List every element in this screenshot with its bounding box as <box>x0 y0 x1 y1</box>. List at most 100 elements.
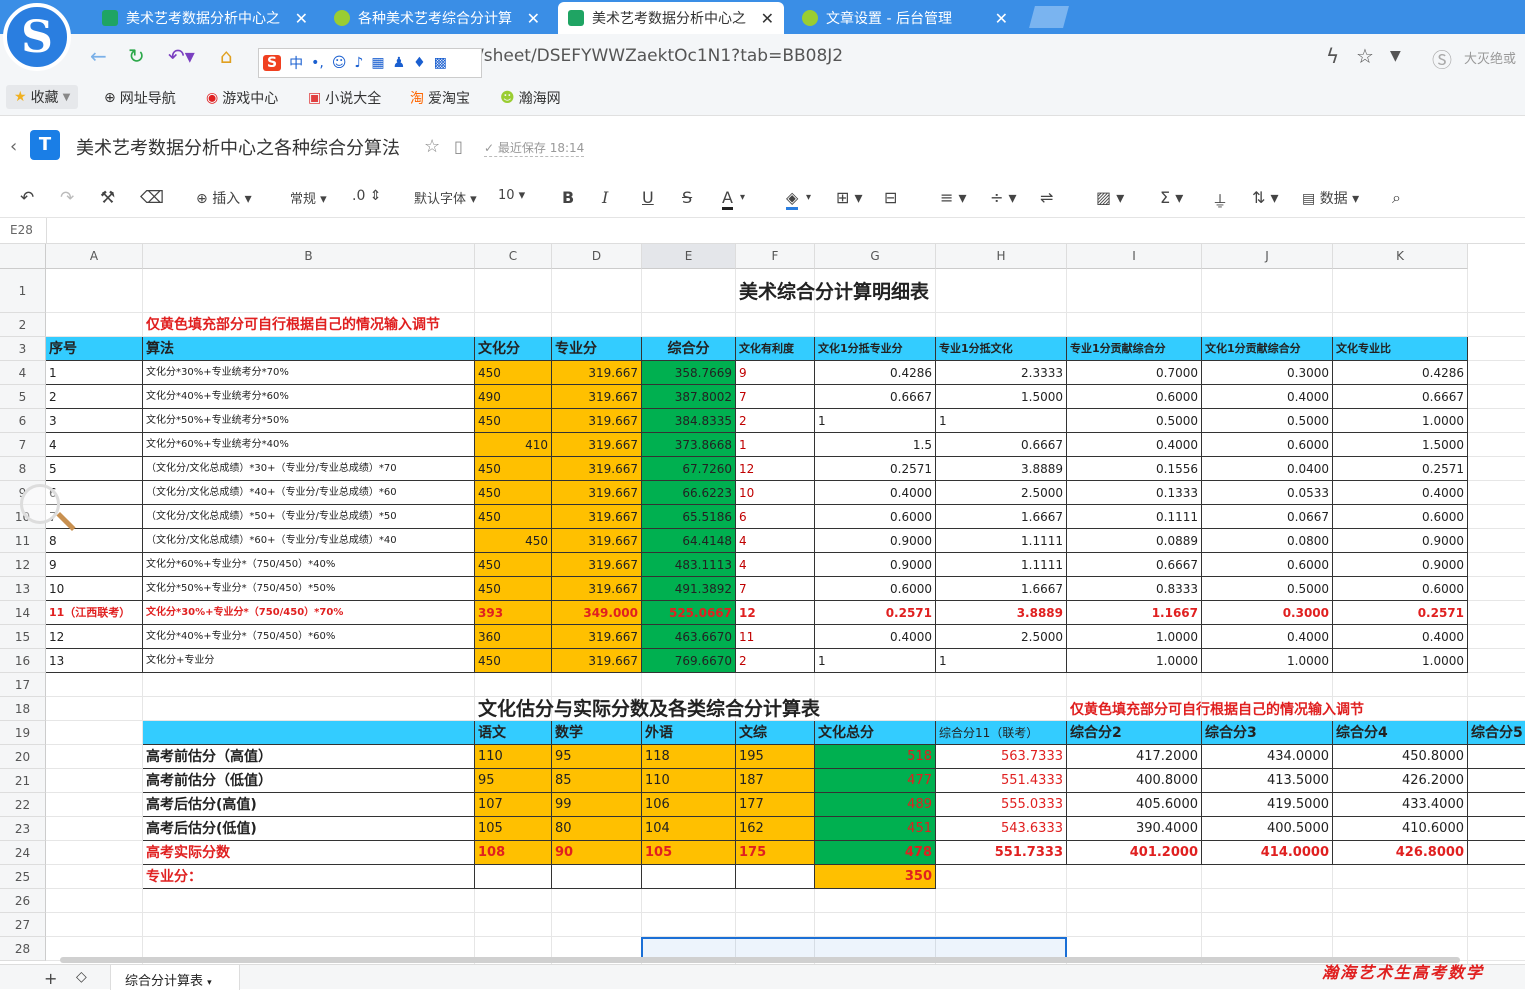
table2-cell[interactable]: 451 <box>815 817 936 841</box>
table2-cell[interactable]: 107 <box>475 793 552 817</box>
table1-cell[interactable]: 0.3000 <box>1202 601 1333 625</box>
table1-cell[interactable]: 10 <box>46 577 143 601</box>
row-header[interactable]: 25 <box>0 865 46 889</box>
table1-cell[interactable]: 0.6667 <box>815 385 936 409</box>
grid-icon[interactable]: ▩ <box>434 55 447 71</box>
row-header[interactable]: 5 <box>0 385 46 409</box>
table1-cell[interactable]: 0.6000 <box>1333 505 1468 529</box>
home-icon[interactable]: ⌂ <box>220 44 233 68</box>
table2-header[interactable]: 综合分4 <box>1333 721 1468 745</box>
strikethrough-button[interactable]: S <box>682 188 692 207</box>
table1-cell[interactable]: 490 <box>475 385 552 409</box>
close-icon[interactable]: ✕ <box>995 9 1008 28</box>
table2-cell[interactable]: 543.6333 <box>936 817 1067 841</box>
table2-header[interactable]: 综合分2 <box>1067 721 1202 745</box>
table1-cell[interactable]: 文化分*50%+专业统考分*50% <box>143 409 475 433</box>
row-header[interactable]: 23 <box>0 817 46 841</box>
table1-cell[interactable]: 1.1111 <box>936 553 1067 577</box>
table1-cell[interactable]: 1.5000 <box>936 385 1067 409</box>
table1-cell[interactable]: 1 <box>936 649 1067 673</box>
note-1[interactable]: 仅黄色填充部分可自行根据自己的情况输入调节 <box>143 313 543 337</box>
table2-cell[interactable]: 555.0333 <box>936 793 1067 817</box>
eraser-icon[interactable]: ⌫ <box>140 188 164 208</box>
table1-cell[interactable]: 319.667 <box>552 553 642 577</box>
bold-button[interactable]: B <box>562 188 574 207</box>
table2-cell[interactable]: 426.2000 <box>1333 769 1468 793</box>
table1-cell[interactable]: 0.0533 <box>1202 481 1333 505</box>
table2-cell[interactable]: 99 <box>552 793 642 817</box>
table2-cell[interactable]: 417.2000 <box>1067 745 1202 769</box>
table1-cell[interactable]: 0.0889 <box>1067 529 1202 553</box>
table1-cell[interactable]: 0.6667 <box>936 433 1067 457</box>
table2-cell[interactable]: 400.5000 <box>1202 817 1333 841</box>
table2-cell[interactable]: 187 <box>736 769 815 793</box>
table2-cell[interactable]: 110 <box>642 769 736 793</box>
table2-row-label[interactable]: 高考前估分（高值） <box>143 745 475 769</box>
table2-cell[interactable]: 80 <box>552 817 642 841</box>
chevron-down-icon[interactable]: ▾ <box>806 192 811 203</box>
italic-button[interactable]: I <box>602 188 608 207</box>
table2-cell[interactable]: 477 <box>815 769 936 793</box>
table1-cell[interactable]: 9 <box>736 361 815 385</box>
table2-cell[interactable]: 162 <box>736 817 815 841</box>
row-header[interactable]: 8 <box>0 457 46 481</box>
table1-cell[interactable]: 1.5000 <box>1333 433 1468 457</box>
table1-cell[interactable]: 10 <box>736 481 815 505</box>
table2-cell[interactable]: 478 <box>815 841 936 865</box>
table1-cell[interactable]: 319.667 <box>552 433 642 457</box>
file-icon[interactable]: ▯ <box>454 137 463 156</box>
row-header[interactable]: 26 <box>0 889 46 913</box>
table1-cell[interactable]: 11（江西联考） <box>46 601 143 625</box>
table2-row-label[interactable]: 高考后估分(高值) <box>143 793 475 817</box>
table2-cell[interactable]: 175 <box>736 841 815 865</box>
table1-cell[interactable]: 0.4000 <box>815 625 936 649</box>
table2-cell[interactable]: 118 <box>642 745 736 769</box>
url-text[interactable]: /sheet/DSEFYWWZaektOc1N1?tab=BB08J2 <box>478 46 843 66</box>
table1-cell[interactable]: 0.6000 <box>815 505 936 529</box>
table2-cell[interactable]: 551.7333 <box>936 841 1067 865</box>
table2-cell[interactable]: 401.2000 <box>1067 841 1202 865</box>
table2-cell[interactable]: 405.6000 <box>1067 793 1202 817</box>
wrap-text-icon[interactable]: ⇌ <box>1040 188 1053 207</box>
row-header[interactable]: 21 <box>0 769 46 793</box>
table1-cell[interactable]: 0.2571 <box>1333 457 1468 481</box>
bookmark-item[interactable]: ☻ 瀚海网 <box>500 88 561 108</box>
table1-cell[interactable]: 4 <box>736 529 815 553</box>
table1-cell[interactable]: （文化分/文化总成绩）*60+（专业分/专业总成绩）*40 <box>143 529 475 553</box>
table1-cell[interactable]: 319.667 <box>552 649 642 673</box>
row-header[interactable]: 7 <box>0 433 46 457</box>
table1-cell[interactable]: 393 <box>475 601 552 625</box>
data-menu-button[interactable]: ▤ 数据 ▾ <box>1302 188 1359 208</box>
pro-score-value[interactable]: 350 <box>815 865 936 889</box>
browser-tab[interactable]: 美术艺考数据分析中心之 ✕ <box>92 2 318 34</box>
table1-cell[interactable]: 0.2571 <box>1333 601 1468 625</box>
pro-score-blank[interactable] <box>552 865 642 889</box>
table1-cell[interactable]: 0.9000 <box>815 529 936 553</box>
decimal-button[interactable]: .0 ⇕ <box>352 188 382 204</box>
row-header[interactable]: 22 <box>0 793 46 817</box>
table1-header[interactable]: 序号 <box>46 337 143 361</box>
row-header[interactable]: 2 <box>0 313 46 337</box>
close-icon[interactable]: ✕ <box>527 9 540 28</box>
table1-cell[interactable]: 0.7000 <box>1067 361 1202 385</box>
row-header[interactable]: 15 <box>0 625 46 649</box>
table1-header[interactable]: 专业1分抵文化 <box>936 337 1067 361</box>
filter-icon[interactable]: ⏚ <box>1212 188 1228 212</box>
table1-cell[interactable]: 1.0000 <box>1202 649 1333 673</box>
column-header-e[interactable]: E <box>642 244 736 269</box>
column-header-h[interactable]: H <box>936 244 1067 269</box>
skin-icon[interactable]: ♦ <box>413 55 426 71</box>
redo-icon[interactable]: ↷ <box>60 188 74 208</box>
table1-cell[interactable]: 2.5000 <box>936 481 1067 505</box>
table1-cell[interactable]: 文化分*60%+专业分*（750/450）*40% <box>143 553 475 577</box>
table2-header[interactable]: 外语 <box>642 721 736 745</box>
table2-cell[interactable]: 74 <box>1468 793 1525 817</box>
column-header-f[interactable]: F <box>736 244 815 269</box>
table1-cell[interactable]: 0.6667 <box>1333 385 1468 409</box>
table1-cell[interactable]: 463.6670 <box>642 625 736 649</box>
table2-cell[interactable]: 75 <box>1468 745 1525 769</box>
table1-cell[interactable]: 0.0667 <box>1202 505 1333 529</box>
table1-cell[interactable]: 65.5186 <box>642 505 736 529</box>
table2-cell[interactable]: 450.8000 <box>1333 745 1468 769</box>
table1-cell[interactable]: 2 <box>736 649 815 673</box>
